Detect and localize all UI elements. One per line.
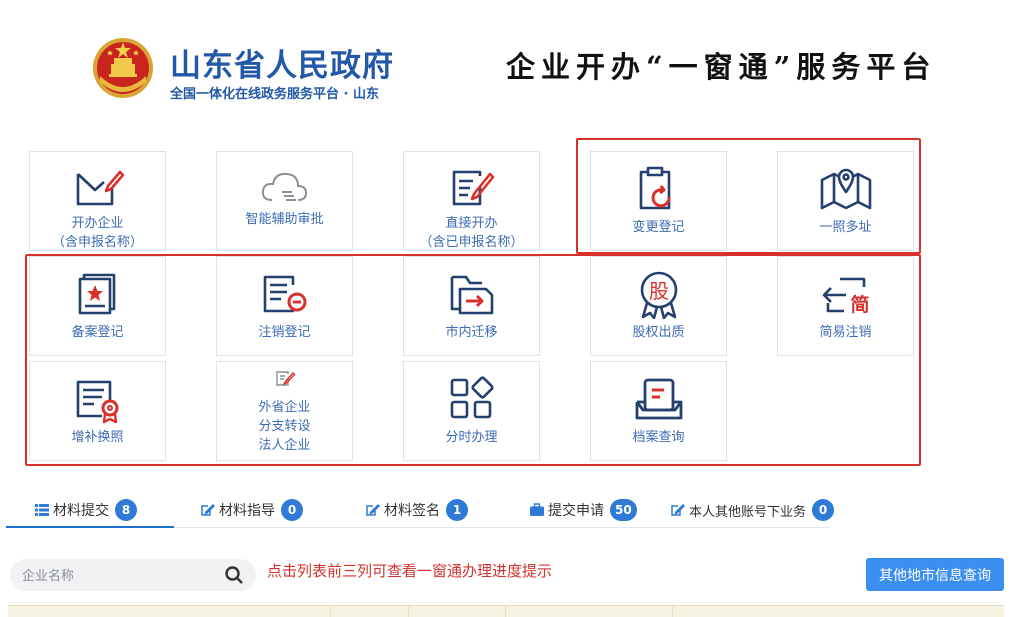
small-pen-icon: [275, 371, 295, 386]
list-icon: [35, 504, 49, 516]
edit-icon: [366, 503, 380, 516]
tile-label: 注销登记: [258, 325, 311, 340]
tile-label: 备案登记: [71, 325, 124, 340]
tile-label: 一照多址: [819, 220, 872, 235]
table-header: [8, 605, 1004, 617]
document-pen-icon: [452, 170, 494, 206]
tile-label: 增补换照: [71, 430, 124, 445]
grid-diamond-icon: [450, 376, 494, 419]
badge-glyph: 简: [850, 293, 869, 316]
company-search: [10, 559, 256, 591]
government-name: 山东省人民政府: [170, 48, 394, 84]
tile-license-replacement[interactable]: 增补换照: [29, 361, 166, 461]
tile-label: 直接开办 （含已申报名称）: [419, 216, 524, 250]
tile-label: 股权出质: [632, 325, 685, 340]
tile-label: 智能辅助审批: [245, 212, 324, 227]
edit-icon: [671, 503, 685, 516]
tab-material-signature[interactable]: 材料签名 1: [366, 492, 468, 528]
progress-hint: 点击列表前三列可查看一窗通办理进度提示: [267, 562, 553, 580]
tab-other-account-business[interactable]: 本人其他账号下业务 0: [671, 492, 835, 528]
tile-label: 市内迁移: [445, 325, 498, 340]
search-icon[interactable]: [224, 565, 244, 585]
tile-label: 外省企业 分支转设 法人企业: [258, 400, 311, 453]
cloud-icon: [261, 172, 307, 201]
tile-change-registration[interactable]: 变更登记: [590, 151, 727, 251]
tile-equity-pledge[interactable]: 股 股权出质: [590, 256, 727, 356]
tile-label: 开办企业 （含申报名称）: [51, 216, 143, 250]
tab-label: 提交申请: [548, 503, 604, 519]
tile-smart-approval[interactable]: 智能辅助审批: [216, 151, 353, 251]
tile-direct-open[interactable]: 直接开办 （含已申报名称）: [403, 151, 540, 251]
tile-start-business[interactable]: 开办企业 （含申报名称）: [29, 151, 166, 251]
tile-time-sharing-handling[interactable]: 分时办理: [403, 361, 540, 461]
folder-arrow-icon: [450, 275, 493, 315]
document-minus-icon: [263, 275, 306, 313]
count-badge: 1: [446, 499, 468, 521]
tile-deregistration[interactable]: 注销登记: [216, 256, 353, 356]
tile-label: 简易注销: [819, 325, 872, 340]
certificate-icon: [76, 380, 118, 424]
tab-label: 本人其他账号下业务: [689, 504, 807, 520]
tile-intra-city-relocation[interactable]: 市内迁移: [403, 256, 540, 356]
tile-filing-registration[interactable]: 备案登记: [29, 256, 166, 356]
count-badge: 0: [281, 499, 303, 521]
tile-label: 变更登记: [632, 220, 685, 235]
tab-bar: 材料提交 8 材料指导 0 材料签名 1 提交申请 50 本人其他账号下业务 0: [0, 492, 840, 528]
count-badge: 50: [610, 499, 637, 521]
map-pin-icon: [820, 168, 871, 210]
tile-simple-deregistration[interactable]: 简 简易注销: [777, 256, 914, 356]
company-name-input[interactable]: [10, 559, 210, 591]
other-city-query-button[interactable]: 其他地市信息查询: [866, 558, 1004, 591]
equity-badge-icon: 股: [640, 271, 677, 319]
archive-tray-icon: [635, 378, 682, 420]
tab-label: 材料提交: [53, 503, 109, 519]
tile-archive-query[interactable]: 档案查询: [590, 361, 727, 461]
active-tab-indicator: [6, 526, 174, 528]
tab-label: 材料签名: [384, 503, 440, 519]
edit-icon: [201, 503, 215, 516]
count-badge: 8: [115, 499, 137, 521]
tab-label: 材料指导: [219, 503, 275, 519]
tab-material-submission[interactable]: 材料提交 8: [35, 492, 137, 528]
tile-out-of-province-branch-conversion[interactable]: 外省企业 分支转设 法人企业: [216, 361, 353, 461]
envelope-pen-icon: [76, 170, 124, 206]
clipboard-refresh-icon: [639, 166, 671, 210]
tab-material-guidance[interactable]: 材料指导 0: [201, 492, 303, 528]
briefcase-icon: [530, 503, 544, 516]
badge-glyph: 股: [649, 279, 669, 303]
tile-label: 分时办理: [445, 430, 498, 445]
tile-one-license-multi-address[interactable]: 一照多址: [777, 151, 914, 251]
national-emblem-icon: [93, 38, 153, 98]
simple-cancel-icon: 简: [822, 277, 869, 316]
count-badge: 0: [812, 499, 835, 521]
tile-label: 档案查询: [632, 430, 685, 445]
platform-title: 企业开办“一窗通”服务平台: [506, 50, 937, 84]
tab-submit-application[interactable]: 提交申请 50: [530, 492, 637, 528]
star-card-icon: [78, 273, 115, 315]
government-subtitle: 全国一体化在线政务服务平台 · 山东: [170, 87, 379, 102]
